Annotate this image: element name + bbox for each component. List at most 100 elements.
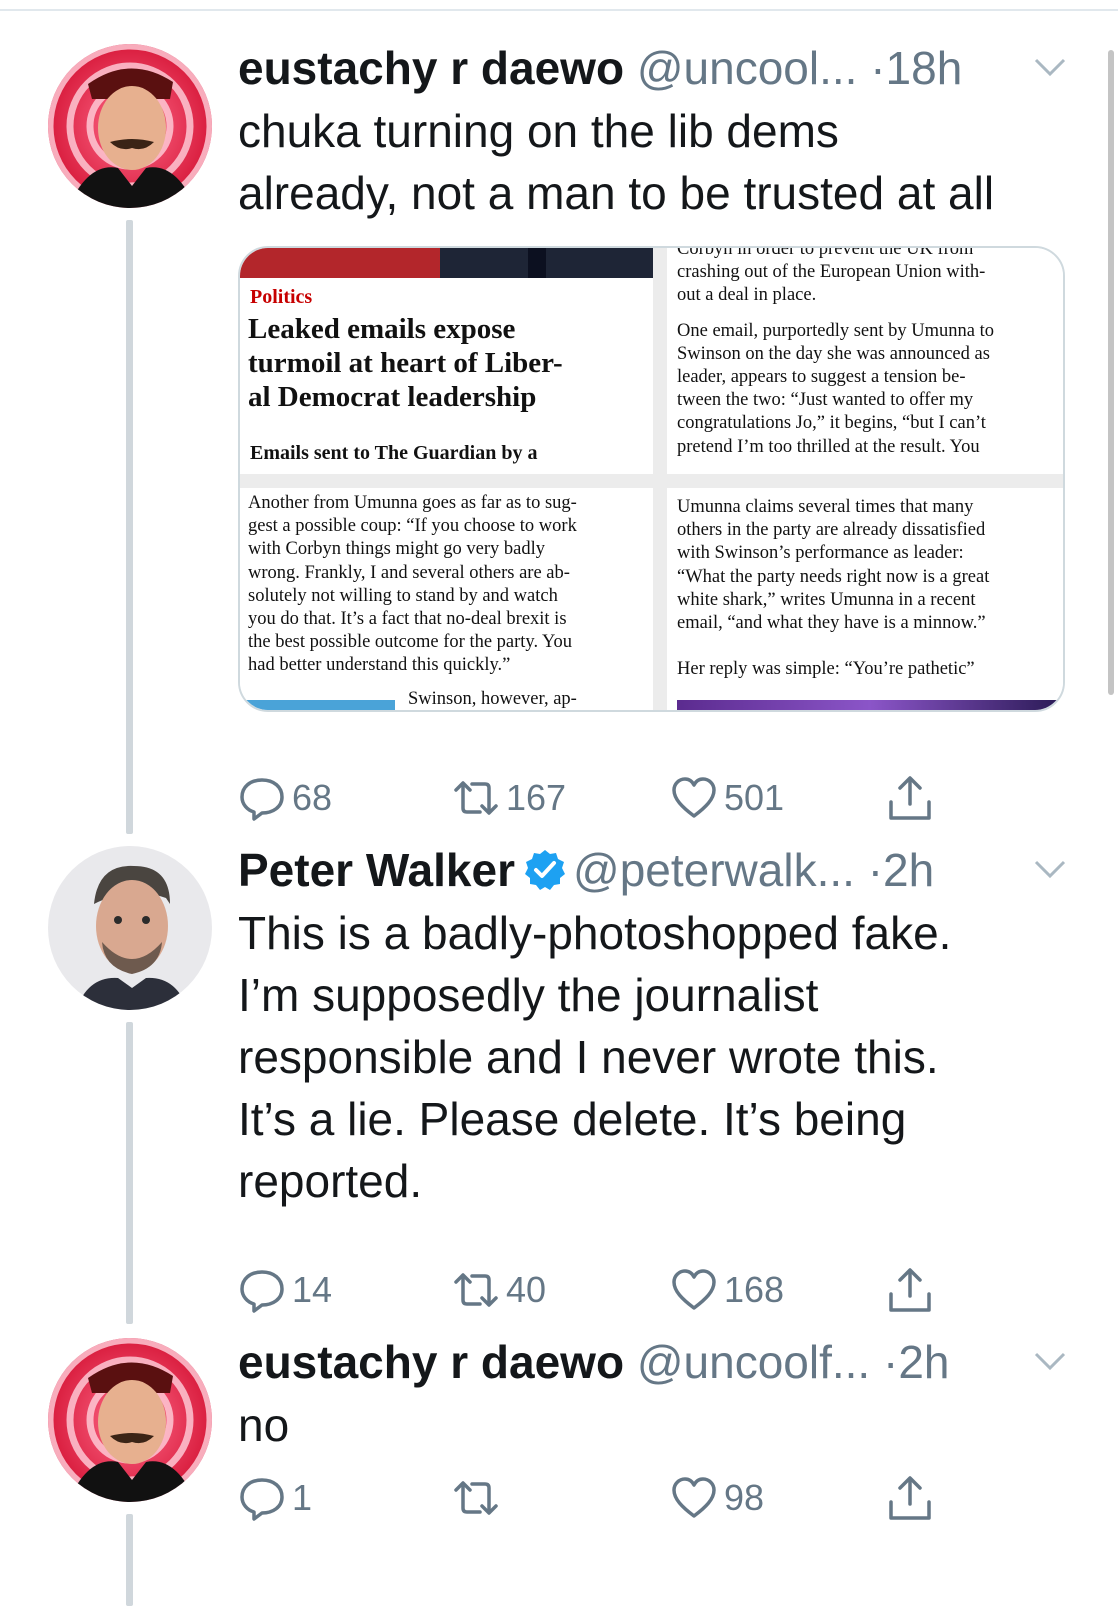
tweet-actions: 1 98 [238,1470,998,1526]
article-line: Swinson on the day she was announced as [677,343,990,364]
author-handle[interactable]: @uncoolf... [637,1336,870,1388]
reply-count: 14 [292,1269,333,1310]
reply-button[interactable]: 14 [238,1262,332,1318]
photo-strip [240,700,395,710]
image-divider [240,474,1063,488]
avatar[interactable] [48,1338,212,1502]
red-hypno-portrait-avatar-icon [48,1338,212,1502]
article-line: leader, appears to suggest a tension be- [677,367,966,388]
separator-dot: · [867,844,884,896]
timestamp[interactable]: 18h [886,42,963,94]
reply-icon [240,778,284,821]
author-name[interactable]: eustachy r daewo [238,1336,624,1388]
share-button[interactable] [886,1262,940,1318]
chevron-down-icon[interactable] [1032,856,1068,884]
tweet-text: chuka turning on the lib dems already, n… [238,100,1088,224]
article-line: gest a possible coup: “If you choose to … [248,516,577,537]
tweet-text-line: reported. [238,1155,423,1207]
tweet-text-line: It’s a lie. Please delete. It’s being [238,1093,907,1145]
photo-strip [240,248,440,278]
tweet-header: Peter Walker @peterwalk... ·2h [238,838,1088,902]
share-icon [889,776,931,820]
retweet-button[interactable]: 167 [452,770,566,826]
article-line [677,308,1063,320]
retweet-icon [454,1273,498,1307]
share-icon [889,1476,931,1520]
article-line: with Swinson’s performance as leader: [677,543,964,564]
heart-icon [672,777,716,818]
reply-button[interactable]: 68 [238,770,332,826]
retweet-count: 40 [506,1269,547,1310]
portrait-avatar-icon [48,846,212,1010]
reply-count: 68 [292,777,333,818]
article-line: solutely not willing to stand by and wat… [248,585,558,606]
share-button[interactable] [886,770,940,826]
chevron-down-icon[interactable] [1032,54,1068,82]
retweet-button[interactable] [452,1470,506,1526]
red-hypno-portrait-avatar-icon [48,44,212,208]
heart-icon [672,1477,716,1518]
reply-icon [240,1478,284,1521]
photo-strip [677,700,1063,710]
article-line: crashing out of the European Union with- [677,262,986,283]
article-line: you do that. It’s a fact that no-deal br… [248,609,567,630]
separator-dot: · [882,1336,899,1388]
article-panel-bottom-right: Umunna claims several times that many ot… [667,488,1063,710]
photo-strip [440,248,653,278]
article-standfirst: Emails sent to The Guardian by a [250,442,538,464]
tweet-text-line: chuka turning on the lib dems [238,105,839,157]
article-line: with Corbyn things might go very badly [248,539,546,560]
article-line: pretend I’m too thrilled at the result. … [677,436,980,457]
author-handle[interactable]: @uncool... [637,42,858,94]
avatar[interactable] [48,44,212,208]
like-count: 501 [724,777,785,818]
share-button[interactable] [886,1470,940,1526]
article-panel-top-left: Politics Leaked emails expose turmoil at… [240,248,653,474]
like-button[interactable]: 501 [670,770,784,826]
timestamp[interactable]: 2h [883,844,934,896]
like-count: 98 [724,1477,765,1518]
article-line: white shark,” writes Umunna in a recent [677,589,976,610]
headline-line: al Democrat leadership [248,381,537,413]
article-line: wrong. Frankly, I and several others are… [248,562,570,583]
author-name[interactable]: Peter Walker [238,844,515,896]
avatar[interactable] [48,846,212,1010]
article-panel-bottom-left: Another from Umunna goes as far as to su… [240,488,653,710]
timestamp[interactable]: 2h [898,1336,949,1388]
tie-icon [528,248,546,278]
scrollbar[interactable] [1108,50,1114,695]
like-button[interactable]: 168 [670,1262,784,1318]
article-line: Umunna claims several times that many [677,497,974,517]
separator-dot: · [870,42,886,94]
tweet-text: no [238,1394,1088,1456]
like-button[interactable]: 98 [670,1470,764,1526]
chevron-down-icon[interactable] [1032,1348,1068,1376]
author-handle[interactable]: @peterwalk... [573,844,855,896]
reply-button[interactable]: 1 [238,1470,312,1526]
section-label: Politics [250,286,313,308]
article-panel-top-right: Corbyn in order to prevent the UK from c… [667,248,1063,474]
article-line: email, “and what they have is a minnow.” [677,613,986,634]
reply-count: 1 [292,1477,313,1518]
article-line: Another from Umunna goes as far as to su… [248,493,577,513]
thread-line [126,1022,133,1324]
thread-line [126,220,133,834]
retweet-button[interactable]: 40 [452,1262,546,1318]
article-line: congratulations Jo,” it begins, “but I c… [677,413,986,434]
tweet-actions: 14 40 168 [238,1262,998,1318]
headline-line: Leaked emails expose [248,313,516,345]
heart-icon [672,1269,716,1310]
attached-image[interactable]: Politics Leaked emails expose turmoil at… [238,246,1065,712]
verified-badge-icon [525,850,565,890]
article-line: tween the two: “Just wanted to offer my [677,390,974,411]
thread-line [126,1514,133,1606]
author-name[interactable]: eustachy r daewo [238,42,624,94]
like-count: 168 [724,1269,785,1310]
tweet-text-line: no [238,1399,290,1451]
tweet-text-line: responsible and I never wrote this. [238,1031,939,1083]
tweet-text-line: This is a badly-photoshopped fake. [238,907,952,959]
retweet-icon [454,1481,498,1515]
tweet-text-line: already, not a man to be trusted at all [238,167,995,219]
reply-icon [240,1270,284,1313]
article-line: Swinson, however, ap- [408,689,577,709]
